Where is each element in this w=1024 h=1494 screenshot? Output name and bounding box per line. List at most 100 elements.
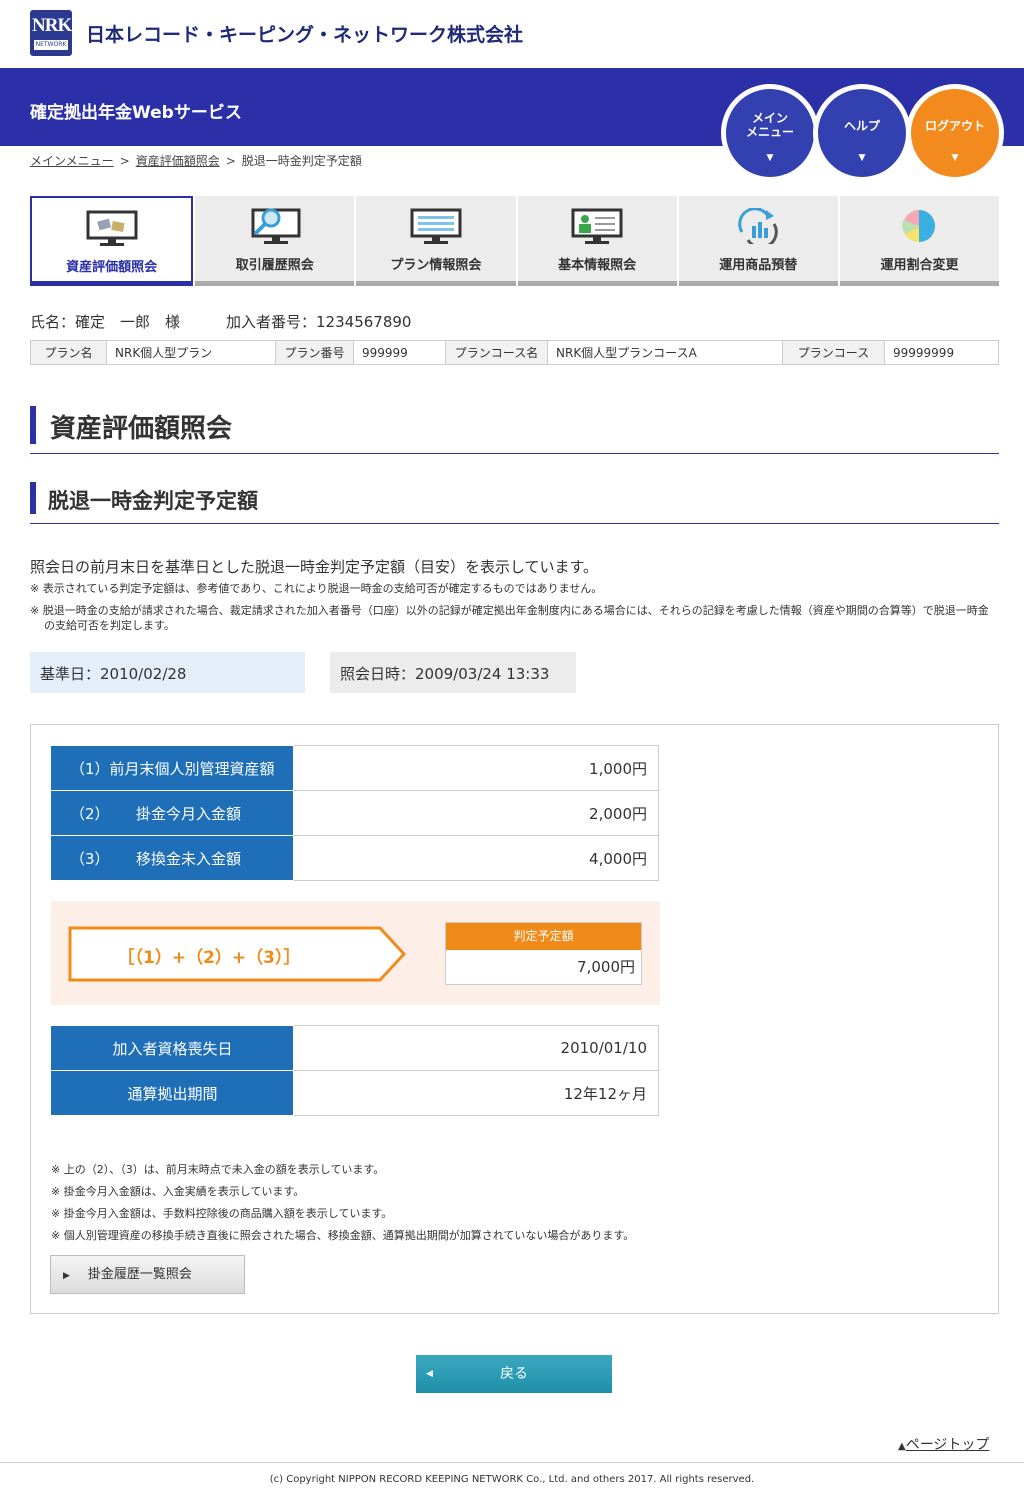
- main-menu-button[interactable]: メイン メニュー ▼: [726, 89, 814, 177]
- tab-product-switch[interactable]: 運用商品預替: [678, 196, 838, 286]
- tab-label: 資産評価額照会: [66, 260, 158, 275]
- amount-number: （1）: [70, 759, 110, 778]
- logo-mark: NRK: [32, 15, 72, 36]
- bottom-notes: ※ 上の（2）、（3）は、前月末時点で未入金の額を表示しています。 ※ 掛金今月…: [51, 1159, 634, 1247]
- back-label: 戻る: [500, 1366, 528, 1382]
- table-row: 加入者資格喪失日 2010/01/10: [51, 1025, 659, 1071]
- info-label: 加入者資格喪失日: [51, 1025, 294, 1071]
- section-accent-bar: [30, 482, 36, 514]
- pie-chart-icon: [902, 210, 936, 243]
- note-item: ※ 個人別管理資産の移換手続き直後に照会された場合、移換金額、通算拠出期間が加算…: [51, 1229, 635, 1242]
- course-value: 99999999: [884, 340, 999, 365]
- chevron-down-icon: ▼: [951, 153, 959, 163]
- site-header: NRK NETWORK 日本レコード・キーピング・ネットワーク株式会社: [0, 0, 1024, 68]
- monitor-list-icon: [410, 208, 462, 244]
- copyright: (c) Copyright NIPPON RECORD KEEPING NETW…: [269, 1474, 755, 1485]
- course-name-value: NRK個人型プランコースA: [547, 340, 783, 365]
- help-label: ヘルプ: [843, 119, 880, 133]
- help-button[interactable]: ヘルプ ▼: [818, 89, 906, 177]
- breadcrumb-main-menu[interactable]: メインメニュー: [30, 154, 114, 168]
- tab-transaction-history[interactable]: 取引履歴照会: [195, 196, 355, 286]
- result-panel: （1）前月末個人別管理資産額 1,000円 （2） 掛金今月入金額 2,000円 …: [30, 724, 999, 1314]
- up-arrow-icon: ▲: [898, 1441, 906, 1452]
- table-row: （3） 移換金未入金額 4,000円: [51, 835, 659, 881]
- note-item: ※ 掛金今月入金額は、入金実績を表示しています。: [51, 1185, 305, 1198]
- section-title: 脱退一時金判定予定額: [30, 482, 999, 524]
- judge-label: 判定予定額: [446, 923, 641, 950]
- title-accent-bar: [30, 406, 36, 444]
- breadcrumb-separator: >: [225, 154, 236, 168]
- member-number: 加入者番号：1234567890: [226, 313, 412, 331]
- query-datetime: 照会日時：2009/03/24 13:33: [330, 652, 576, 693]
- footer-divider: [0, 1462, 1024, 1463]
- table-row: プラン名 NRK個人型プラン プラン番号 999999 プランコース名 NRK個…: [30, 340, 999, 365]
- amount-number: （3）: [70, 849, 110, 868]
- info-table: 加入者資格喪失日 2010/01/10 通算拠出期間 12年12ヶ月: [51, 1025, 659, 1116]
- tab-label: 取引履歴照会: [235, 258, 314, 273]
- formula-area: ［（1）+（2）+（3）］ 判定予定額 7,000円: [51, 901, 660, 1005]
- amount-value: 2,000円: [293, 790, 659, 836]
- tab-plan-info[interactable]: プラン情報照会: [356, 196, 516, 286]
- chevron-down-icon: ▼: [766, 153, 774, 163]
- tab-basic-info[interactable]: 基本情報照会: [517, 196, 677, 286]
- course-name-header: プランコース名: [445, 340, 548, 365]
- nrk-logo[interactable]: NRK NETWORK: [30, 10, 72, 56]
- main-menu-label: メイン メニュー: [745, 111, 794, 139]
- tab-label: プラン情報照会: [390, 258, 482, 273]
- logo-network: NETWORK: [34, 40, 68, 50]
- amount-name: 前月末個人別管理資産額: [109, 759, 275, 778]
- tab-label: 基本情報照会: [558, 258, 637, 273]
- service-name: 確定拠出年金Webサービス: [30, 103, 242, 123]
- page-top-link[interactable]: ▲ページトップ: [898, 1434, 989, 1454]
- page-title: 資産評価額照会: [30, 404, 999, 454]
- company-name: 日本レコード・キーピング・ネットワーク株式会社: [86, 24, 524, 46]
- play-arrow-icon: ▶: [63, 1271, 70, 1281]
- description: 照会日の前月末日を基準日とした脱退一時金判定予定額（目安）を表示しています。: [30, 558, 599, 576]
- tab-label: 運用商品預替: [719, 258, 798, 273]
- table-row: （1）前月末個人別管理資産額 1,000円: [51, 745, 659, 791]
- info-value: 2010/01/10: [293, 1025, 659, 1071]
- note-item: ※ 掛金今月入金額は、手数料控除後の商品購入額を表示しています。: [51, 1207, 393, 1220]
- course-header: プランコース: [782, 340, 885, 365]
- breadcrumb-separator: >: [119, 154, 130, 168]
- base-date: 基準日：2010/02/28: [30, 652, 305, 693]
- note-item: ※ 上の（2）、（3）は、前月末時点で未入金の額を表示しています。: [51, 1163, 385, 1176]
- note-reference: ※ 表示されている判定予定額は、参考値であり、これにより脱退一時金の支給可否が確…: [30, 582, 603, 595]
- amount-label: （3） 移換金未入金額: [51, 835, 294, 881]
- user-name: 氏名：確定 一郎 様: [30, 313, 181, 331]
- amount-value: 4,000円: [293, 835, 659, 881]
- user-info: 氏名：確定 一郎 様 加入者番号：1234567890: [30, 311, 411, 332]
- monitor-search-icon: [251, 208, 301, 244]
- plan-name-value: NRK個人型プラン: [106, 340, 276, 365]
- logout-button[interactable]: ログアウト ▼: [911, 89, 999, 177]
- amount-table: （1）前月末個人別管理資産額 1,000円 （2） 掛金今月入金額 2,000円 …: [51, 745, 659, 881]
- monitor-person-icon: [571, 208, 623, 244]
- plan-number-header: プラン番号: [275, 340, 354, 365]
- tab-allocation-change[interactable]: 運用割合変更: [839, 196, 1000, 286]
- back-arrow-icon: ◀: [426, 1369, 433, 1379]
- back-button[interactable]: ◀ 戻る: [416, 1355, 612, 1393]
- tab-label: 運用割合変更: [880, 258, 959, 273]
- page-title-text: 資産評価額照会: [50, 414, 233, 444]
- judge-box: 判定予定額 7,000円: [445, 922, 642, 985]
- breadcrumb: メインメニュー > 資産評価額照会 > 脱退一時金判定予定額: [30, 152, 362, 169]
- contribution-history-label: 掛金履歴一覧照会: [87, 1267, 192, 1282]
- chevron-down-icon: ▼: [858, 153, 866, 163]
- section-title-text: 脱退一時金判定予定額: [48, 489, 258, 513]
- note-judgement: ※ 脱退一時金の支給が請求された場合、裁定請求された加入者番号（口座）以外の記録…: [30, 604, 989, 632]
- info-label: 通算拠出期間: [51, 1070, 294, 1116]
- breadcrumb-asset-valuation[interactable]: 資産評価額照会: [136, 154, 220, 168]
- amount-label: （1）前月末個人別管理資産額: [51, 745, 294, 791]
- tab-asset-valuation[interactable]: 資産評価額照会: [30, 196, 194, 286]
- table-row: 通算拠出期間 12年12ヶ月: [51, 1070, 659, 1116]
- amount-name: 掛金今月入金額: [136, 804, 242, 823]
- contribution-history-button[interactable]: ▶ 掛金履歴一覧照会: [50, 1255, 245, 1294]
- table-row: （2） 掛金今月入金額 2,000円: [51, 790, 659, 836]
- amount-name: 移換金未入金額: [136, 849, 242, 868]
- formula-text: ［（1）+（2）+（3）］: [117, 948, 301, 968]
- amount-label: （2） 掛金今月入金額: [51, 790, 294, 836]
- refresh-chart-icon: [738, 208, 778, 244]
- plan-name-header: プラン名: [30, 340, 107, 365]
- page-top-label: ページトップ: [905, 1437, 990, 1453]
- amount-number: （2）: [70, 804, 110, 823]
